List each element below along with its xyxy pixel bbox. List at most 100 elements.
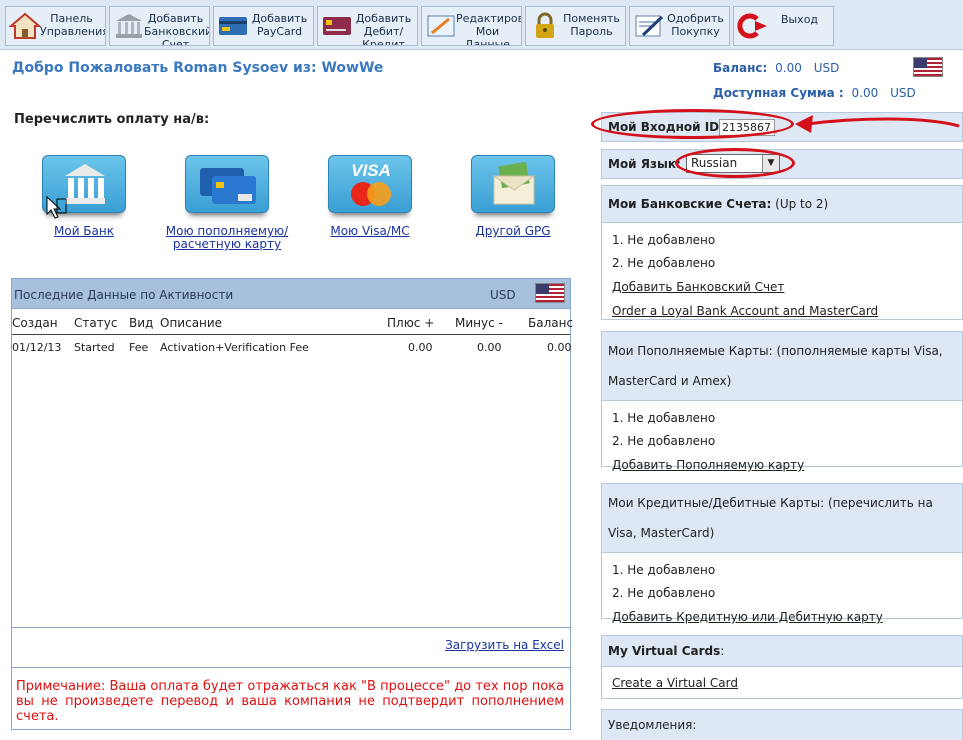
activity-panel: Последние Данные по Активности USD Созда… <box>11 278 573 730</box>
approve-purchase-button[interactable]: Одобрить Покупку <box>629 6 730 46</box>
bank-icon <box>116 14 142 38</box>
add-reload-card-link[interactable]: Добавить Пополняемую карту <box>612 453 952 477</box>
bank-accounts-subtitle: (Up to 2) <box>775 197 829 211</box>
annotation-arrow-icon <box>795 115 960 133</box>
change-password-button[interactable]: Поменять Пароль <box>525 6 626 46</box>
pay-option-my-bank[interactable]: Мой Банк <box>19 155 149 238</box>
pay-option-visa-mc[interactable]: VISA Мою Visa/MC <box>305 155 435 238</box>
pay-option-other-gpg[interactable]: Другой GPG <box>448 155 578 238</box>
reload-cards-header: Мои Пополняемые Карты: (пополняемые карт… <box>602 332 962 401</box>
add-paycard-button[interactable]: Добавить PayCard <box>213 6 314 46</box>
balance-label: Баланс: <box>713 61 768 75</box>
notifications-box: Уведомления: <box>601 709 963 740</box>
export-excel-link[interactable]: Загрузить на Excel <box>445 638 564 652</box>
cell-balance: 0.00 <box>547 341 572 354</box>
list-item: 1. Не добавлено <box>612 411 716 425</box>
language-row: Мой Язык: Russian ▼ <box>601 149 963 179</box>
col-status: Статус <box>74 316 118 330</box>
cards-icon <box>185 155 269 213</box>
language-value: Russian <box>691 156 738 170</box>
visa-mc-link[interactable]: Мою Visa/MC <box>305 225 435 238</box>
table-row: 01/12/13 Started Fee Activation+Verifica… <box>12 335 572 361</box>
credit-card-icon <box>323 17 351 35</box>
col-type: Вид <box>129 316 154 330</box>
login-id-label: Мой Входной ID: <box>608 120 724 134</box>
virtual-cards-box: My Virtual Cards: Create a Virtual Card <box>601 635 963 699</box>
create-virtual-card-link[interactable]: Create a Virtual Card <box>612 671 952 695</box>
available-value: 0.00 <box>851 86 879 100</box>
logout-button[interactable]: Выход <box>733 6 834 46</box>
balance-currency: USD <box>813 61 840 75</box>
activity-title: Последние Данные по Активности <box>14 288 234 302</box>
available-line: Доступная Сумма : 0.00 USD <box>713 86 916 100</box>
list-item: 1. Не добавлено <box>612 233 716 247</box>
main-toolbar: Панель Управления Добавить Банковский Сч… <box>0 0 963 50</box>
us-flag-icon <box>535 283 565 303</box>
divider <box>12 627 570 628</box>
cell-type: Fee <box>129 341 149 354</box>
svg-text:VISA: VISA <box>351 161 391 180</box>
virtual-cards-title: My Virtual Cards <box>608 644 721 658</box>
list-item: 2. Не добавлено <box>612 256 716 270</box>
add-bank-account-button[interactable]: Добавить Банковский Счет <box>109 6 210 46</box>
cell-status: Started <box>74 341 115 354</box>
login-id-value: 2135867 <box>719 119 775 136</box>
bank-accounts-header: Мои Банковские Счета: (Up to 2) <box>602 186 962 223</box>
add-credit-card-link[interactable]: Добавить Кредитную или Дебитную карту <box>612 605 952 629</box>
credit-cards-body: 1. Не добавлено 2. Не добавлено Добавить… <box>602 553 962 629</box>
card-icon <box>219 17 247 35</box>
reload-card-link[interactable]: Мою пополняемую/ расчетную карту <box>162 225 292 251</box>
balance-value: 0.00 <box>775 61 802 75</box>
activity-header: Последние Данные по Активности USD <box>12 279 570 309</box>
virtual-cards-body: Create a Virtual Card <box>602 667 962 695</box>
cell-minus: 0.00 <box>477 341 502 354</box>
col-created: Создан <box>12 316 58 330</box>
transfer-title: Перечислить оплату на/в: <box>14 112 210 127</box>
us-flag-icon <box>913 57 943 77</box>
language-label: Мой Язык: <box>608 157 681 171</box>
col-minus: Минус - <box>455 316 503 330</box>
lock-icon <box>536 12 554 38</box>
list-item: 1. Не добавлено <box>612 563 716 577</box>
bank-accounts-body: 1. Не добавлено 2. Не добавлено Добавить… <box>602 223 962 323</box>
visa-mastercard-icon: VISA <box>328 155 412 213</box>
reload-cards-box: Мои Пополняемые Карты: (пополняемые карт… <box>601 331 963 472</box>
divider <box>12 667 570 668</box>
money-envelope-icon <box>471 155 555 213</box>
notifications-title: Уведомления: <box>602 710 962 740</box>
order-loyal-bank-link[interactable]: Order a Loyal Bank Account and MasterCar… <box>612 299 952 323</box>
available-label: Доступная Сумма : <box>713 86 844 100</box>
cell-description: Activation+Verification Fee <box>160 341 309 354</box>
virtual-cards-colon: : <box>720 644 725 658</box>
add-debit-credit-button[interactable]: Добавить Дебит/ Кредит <box>317 6 418 46</box>
col-description: Описание <box>160 316 223 330</box>
cell-plus: 0.00 <box>408 341 433 354</box>
add-bank-account-link[interactable]: Добавить Банковский Счет <box>612 275 952 299</box>
col-plus: Плюс + <box>387 316 435 330</box>
reload-cards-body: 1. Не добавлено 2. Не добавлено Добавить… <box>602 401 962 477</box>
virtual-cards-header: My Virtual Cards: <box>602 636 962 667</box>
bank-accounts-title: Мои Банковские Счета: <box>608 197 772 211</box>
credit-cards-box: Мои Кредитные/Дебитные Карты: (перечисли… <box>601 483 963 624</box>
logout-icon <box>737 13 767 39</box>
welcome-heading: Добро Пожаловать Roman Sysoev из: WowWe <box>12 60 384 76</box>
dashboard-button[interactable]: Панель Управления <box>5 6 106 46</box>
chevron-down-icon: ▼ <box>762 155 779 172</box>
balance-line: Баланс: 0.00 USD <box>713 61 839 75</box>
edit-my-data-button[interactable]: Редактирова Мои Данные <box>421 6 522 46</box>
pending-note: Примечание: Ваша оплата будет отражаться… <box>16 679 564 724</box>
list-item: 2. Не добавлено <box>612 586 716 600</box>
pay-option-reload-card[interactable]: Мою пополняемую/ расчетную карту <box>162 155 292 251</box>
edit-icon <box>427 15 455 37</box>
cell-created: 01/12/13 <box>12 341 62 354</box>
activity-currency: USD <box>490 288 516 302</box>
home-icon <box>9 12 41 39</box>
language-select[interactable]: Russian ▼ <box>686 154 780 173</box>
my-bank-link[interactable]: Мой Банк <box>19 225 149 238</box>
other-gpg-link[interactable]: Другой GPG <box>448 225 578 238</box>
bank-accounts-box: Мои Банковские Счета: (Up to 2) 1. Не до… <box>601 185 963 320</box>
activity-columns: Создан Статус Вид Описание Плюс + Минус … <box>12 309 573 335</box>
cursor-icon <box>46 196 67 219</box>
credit-cards-header: Мои Кредитные/Дебитные Карты: (перечисли… <box>602 484 962 553</box>
available-currency: USD <box>890 86 916 100</box>
